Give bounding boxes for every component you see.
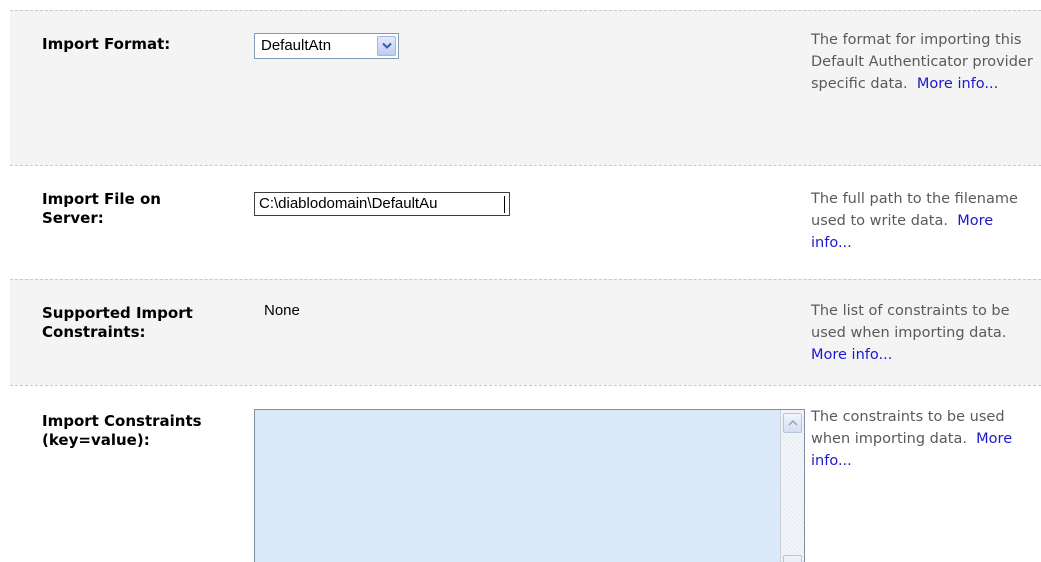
- supported-constraints-help: The list of constraints to be used when …: [811, 300, 1036, 366]
- import-constraints-label: Import Constraints (key=value):: [42, 412, 202, 449]
- import-file-label: Import File on Server:: [42, 190, 161, 227]
- import-settings-form: Import Format: DefaultAtn The format for…: [0, 0, 1041, 562]
- scroll-up-icon[interactable]: [783, 413, 802, 433]
- form-row-import-file: Import File on Server: C:\diablodomain\D…: [10, 165, 1041, 279]
- supported-constraints-value: None: [264, 302, 300, 319]
- import-file-input[interactable]: C:\diablodomain\DefaultAu: [254, 192, 510, 216]
- import-constraints-textarea[interactable]: [254, 409, 805, 562]
- scroll-down-icon[interactable]: [783, 555, 802, 562]
- supported-constraints-help-text: The list of constraints to be used when …: [811, 303, 1010, 341]
- import-format-label: Import Format:: [42, 35, 171, 53]
- import-file-input-value: C:\diablodomain\DefaultAu: [259, 195, 438, 212]
- import-file-help: The full path to the filename used to wr…: [811, 188, 1036, 254]
- supported-constraints-label: Supported Import Constraints:: [42, 304, 193, 341]
- textarea-scrollbar[interactable]: [780, 410, 804, 562]
- chevron-down-icon[interactable]: [377, 36, 396, 56]
- import-format-selected-value: DefaultAtn: [261, 37, 332, 54]
- text-caret: [504, 196, 505, 213]
- import-format-more-info-link[interactable]: More info...: [917, 76, 998, 92]
- form-row-import-constraints: Import Constraints (key=value): The cons…: [10, 385, 1041, 562]
- form-row-import-format: Import Format: DefaultAtn The format for…: [10, 10, 1041, 165]
- supported-constraints-more-info-link[interactable]: More info...: [811, 347, 892, 363]
- form-row-supported-constraints: Supported Import Constraints: None The l…: [10, 279, 1041, 385]
- import-format-select[interactable]: DefaultAtn: [254, 33, 399, 59]
- import-constraints-help: The constraints to be used when importin…: [811, 406, 1036, 472]
- import-format-help: The format for importing this Default Au…: [811, 29, 1036, 95]
